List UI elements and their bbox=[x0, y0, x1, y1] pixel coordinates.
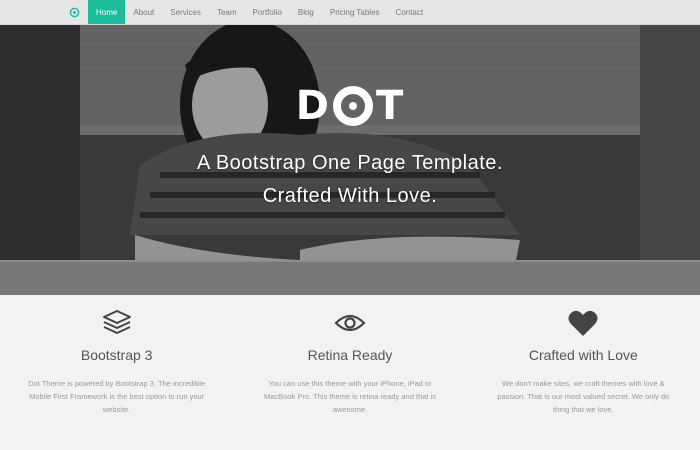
features-section: Bootstrap 3 Dot Theme is powered by Boot… bbox=[0, 295, 700, 450]
heart-icon bbox=[467, 309, 700, 337]
hero-tagline-line2: Crafted With Love. bbox=[262, 185, 438, 207]
nav-item-home[interactable]: Home bbox=[88, 0, 126, 24]
nav-item-services[interactable]: Services bbox=[162, 0, 209, 24]
eye-icon bbox=[233, 309, 466, 337]
hero-logo-letter-t: T bbox=[375, 83, 405, 129]
brand-logo-icon[interactable] bbox=[60, 0, 88, 24]
nav-menu: Home About Services Team Portfolio Blog … bbox=[88, 0, 431, 24]
feature-description: You can use this theme with your iPhone,… bbox=[263, 379, 436, 414]
feature-retina: Retina Ready You can use this theme with… bbox=[233, 295, 466, 450]
feature-title: Retina Ready bbox=[307, 347, 393, 363]
hero-tagline-line1: A Bootstrap One Page Template. bbox=[197, 152, 503, 174]
nav-item-pricing-tables[interactable]: Pricing Tables bbox=[322, 0, 388, 24]
feature-description: We don't make sites, we craft themes wit… bbox=[497, 379, 670, 414]
navbar: Home About Services Team Portfolio Blog … bbox=[0, 0, 700, 25]
nav-item-portfolio[interactable]: Portfolio bbox=[245, 0, 290, 24]
layers-icon bbox=[0, 309, 233, 337]
feature-title: Crafted with Love bbox=[528, 347, 638, 363]
nav-item-about[interactable]: About bbox=[125, 0, 162, 24]
hero-logo-dot-icon bbox=[332, 86, 373, 126]
feature-description: Dot Theme is powered by Bootstrap 3. The… bbox=[28, 379, 206, 414]
nav-item-blog[interactable]: Blog bbox=[290, 0, 322, 24]
feature-bootstrap: Bootstrap 3 Dot Theme is powered by Boot… bbox=[0, 295, 233, 450]
feature-love: Crafted with Love We don't make sites, w… bbox=[467, 295, 700, 450]
feature-title: Bootstrap 3 bbox=[80, 347, 153, 363]
nav-item-contact[interactable]: Contact bbox=[388, 0, 432, 24]
nav-item-team[interactable]: Team bbox=[209, 0, 245, 24]
hero-logo-letter-d: D bbox=[295, 83, 330, 129]
hero-logo: D T bbox=[0, 83, 700, 129]
hero-section: D T A Bootstrap One Page Template. Craft… bbox=[0, 25, 700, 295]
